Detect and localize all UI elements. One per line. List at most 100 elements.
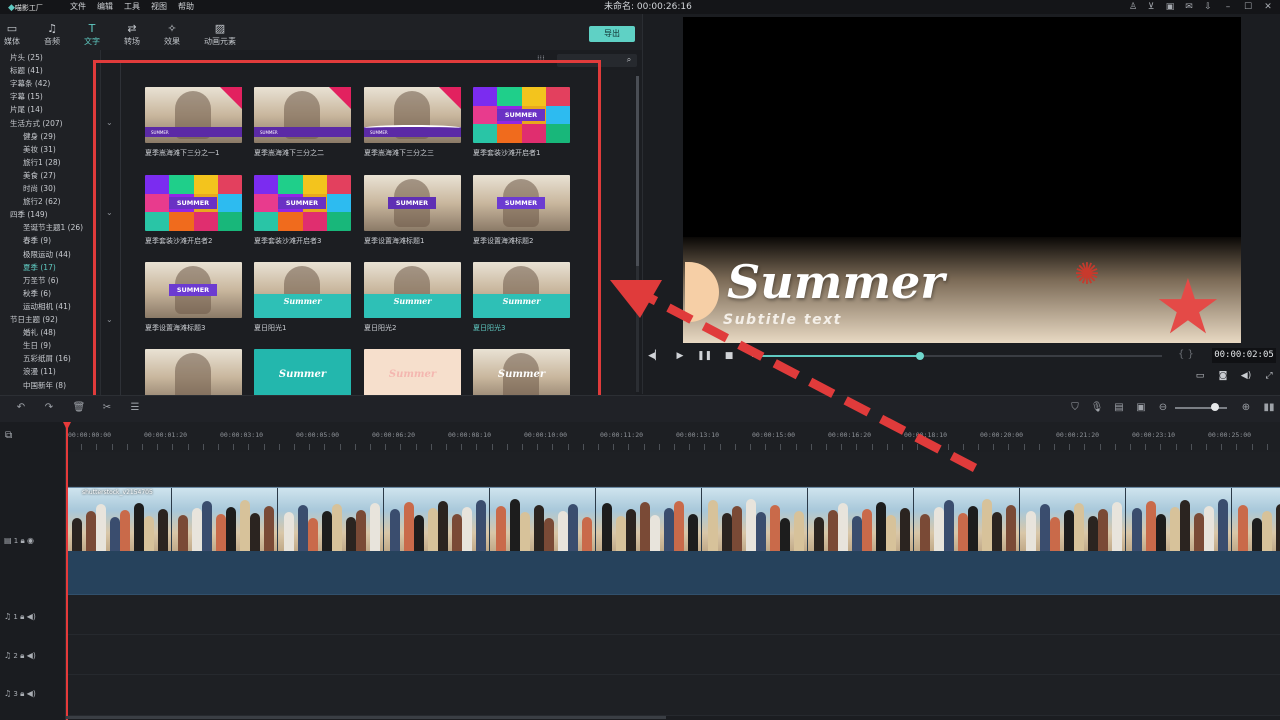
menu-help[interactable]: 帮助 <box>178 0 194 14</box>
shield-icon[interactable]: ⛉ <box>1068 402 1082 414</box>
crowd-figure <box>732 506 742 551</box>
category-item[interactable]: 字幕 (15) <box>10 91 43 102</box>
tab-media[interactable]: ▭ 媒体 <box>0 22 32 47</box>
crowd-figure <box>250 513 260 551</box>
category-item[interactable]: 夏季 (17) <box>23 262 56 273</box>
gift-icon[interactable]: ▣ <box>1164 1 1176 13</box>
display-icon[interactable]: ▭ <box>1193 371 1207 383</box>
subtitle-icon[interactable]: ▣ <box>1134 402 1148 414</box>
lock-icon[interactable]: 🔒︎ <box>20 689 24 698</box>
playhead-handle[interactable] <box>63 422 71 430</box>
lock-icon[interactable]: 🔒︎ <box>20 651 24 660</box>
cut-icon[interactable]: ✂ <box>100 402 114 414</box>
mail-icon[interactable]: ✉ <box>1183 1 1195 13</box>
audio-mixer-icon[interactable]: ▤ <box>1112 402 1126 414</box>
menu-edit[interactable]: 编辑 <box>97 0 113 14</box>
tab-audio[interactable]: ♫ 音频 <box>32 22 72 47</box>
category-item[interactable]: 秋季 (6) <box>23 288 51 299</box>
project-title: 未命名: 00:00:26:16 <box>604 2 692 12</box>
category-item[interactable]: 五彩纸屑 (16) <box>23 353 71 364</box>
category-item[interactable]: 运动相机 (41) <box>23 301 71 312</box>
category-item[interactable]: 旅行2 (62) <box>23 196 61 207</box>
category-item[interactable]: 美食 (27) <box>23 170 56 181</box>
menu-file[interactable]: 文件 <box>70 0 86 14</box>
audio-track-header-1: ♫ 1 🔒︎ ◀) <box>4 612 36 622</box>
zoom-slider-knob[interactable] <box>1211 403 1219 411</box>
category-item[interactable]: 婚礼 (48) <box>23 327 56 338</box>
close-icon[interactable]: ✕ <box>1262 1 1274 13</box>
category-item[interactable]: 标题 (41) <box>10 65 43 76</box>
category-item[interactable]: 片尾 (14) <box>10 104 43 115</box>
category-item[interactable]: 健身 (29) <box>23 131 56 142</box>
category-item[interactable]: 浪漫 (11) <box>23 366 56 377</box>
lock-icon[interactable]: 🔒︎ <box>21 536 25 545</box>
zoom-slider-track[interactable] <box>1175 407 1227 409</box>
category-item[interactable]: 圣诞节主题1 (26) <box>23 222 83 233</box>
tab-transition[interactable]: ⇄ 转场 <box>112 22 152 47</box>
zoom-out-icon[interactable]: ⊖ <box>1156 402 1170 414</box>
search-icon[interactable]: ⌕ <box>624 55 634 65</box>
ruler-tick <box>1130 444 1131 450</box>
pause-timeline-icon[interactable]: ▮▮ <box>1262 402 1276 414</box>
minimize-icon[interactable]: – <box>1222 1 1234 13</box>
tab-elements[interactable]: ▨ 动画元素 <box>200 22 240 47</box>
menu-tools[interactable]: 工具 <box>124 0 140 14</box>
adjust-icon[interactable]: ☰ <box>128 402 142 414</box>
crowd-figure <box>216 514 226 551</box>
video-clip[interactable]: shutterstock_v2154705 <box>66 487 1280 551</box>
menu-view[interactable]: 视图 <box>151 0 167 14</box>
export-button[interactable]: 导出 <box>589 26 635 42</box>
category-item[interactable]: 生活方式 (207) <box>10 118 63 129</box>
category-item[interactable]: 美妆 (31) <box>23 144 56 155</box>
timeline-horizontal-scrollbar[interactable] <box>66 716 666 719</box>
category-item[interactable]: 极限运动 (44) <box>23 249 71 260</box>
category-item[interactable]: 万圣节 (6) <box>23 275 59 286</box>
crowd-figure <box>1252 518 1262 551</box>
crowd-figure <box>1112 502 1122 551</box>
crowd-figure <box>1050 517 1060 551</box>
ruler-timecode: 00:00:23:10 <box>1132 431 1176 439</box>
user-icon[interactable]: ♙ <box>1127 1 1139 13</box>
zoom-in-icon[interactable]: ⊕ <box>1239 402 1253 414</box>
crowd-figure <box>626 509 636 551</box>
speaker-icon[interactable]: ◀) <box>27 689 36 698</box>
mark-in-out-icon[interactable]: { } <box>1178 349 1194 360</box>
category-item[interactable]: 节日主题 (92) <box>10 314 58 325</box>
add-track-icon[interactable]: ⧉ <box>5 430 12 441</box>
fullscreen-icon[interactable]: ⤢ <box>1262 371 1276 383</box>
ruler-tick <box>202 444 204 450</box>
ruler-tick <box>96 444 98 450</box>
category-item[interactable]: 四季 (149) <box>10 209 48 220</box>
crowd-figure <box>178 515 188 551</box>
tab-text[interactable]: T 文字 <box>72 22 112 47</box>
lock-icon[interactable]: 🔒︎ <box>20 612 24 621</box>
maximize-icon[interactable]: ☐ <box>1242 1 1254 13</box>
delete-icon[interactable]: 🗑 <box>72 402 86 414</box>
category-item[interactable]: 旅行1 (28) <box>23 157 61 168</box>
speaker-icon[interactable]: ◀) <box>27 612 36 621</box>
ruler-tick <box>598 444 599 450</box>
crowd-figure <box>520 512 530 551</box>
download-icon[interactable]: ⇩ <box>1202 1 1214 13</box>
ruler-tick <box>506 444 508 450</box>
speaker-icon[interactable]: ◀) <box>27 651 36 660</box>
microphone-icon[interactable]: 🎙 <box>1090 402 1104 414</box>
playhead[interactable] <box>66 422 68 720</box>
eye-icon[interactable]: ◉ <box>27 536 34 545</box>
cart-icon[interactable]: ⊻ <box>1145 1 1157 13</box>
category-item[interactable]: 春季 (9) <box>23 235 51 246</box>
category-item[interactable]: 时尚 (30) <box>23 183 56 194</box>
category-item[interactable]: 中国新年 (8) <box>23 380 66 391</box>
snapshot-icon[interactable]: ◙ <box>1216 371 1230 383</box>
volume-icon[interactable]: ◀) <box>1239 371 1253 383</box>
category-item[interactable]: 片头 (25) <box>10 52 43 63</box>
category-item[interactable]: 生日 (9) <box>23 340 51 351</box>
redo-icon[interactable]: ↷ <box>42 402 56 414</box>
crab-graphic: ✺ <box>1074 257 1100 292</box>
gallery-scrollbar-thumb[interactable] <box>636 76 639 266</box>
crowd-figure <box>192 508 202 551</box>
category-item[interactable]: 字幕条 (42) <box>10 78 50 89</box>
tab-effects[interactable]: ✧ 效果 <box>152 22 192 47</box>
undo-icon[interactable]: ↶ <box>14 402 28 414</box>
crowd-figure <box>920 514 930 551</box>
